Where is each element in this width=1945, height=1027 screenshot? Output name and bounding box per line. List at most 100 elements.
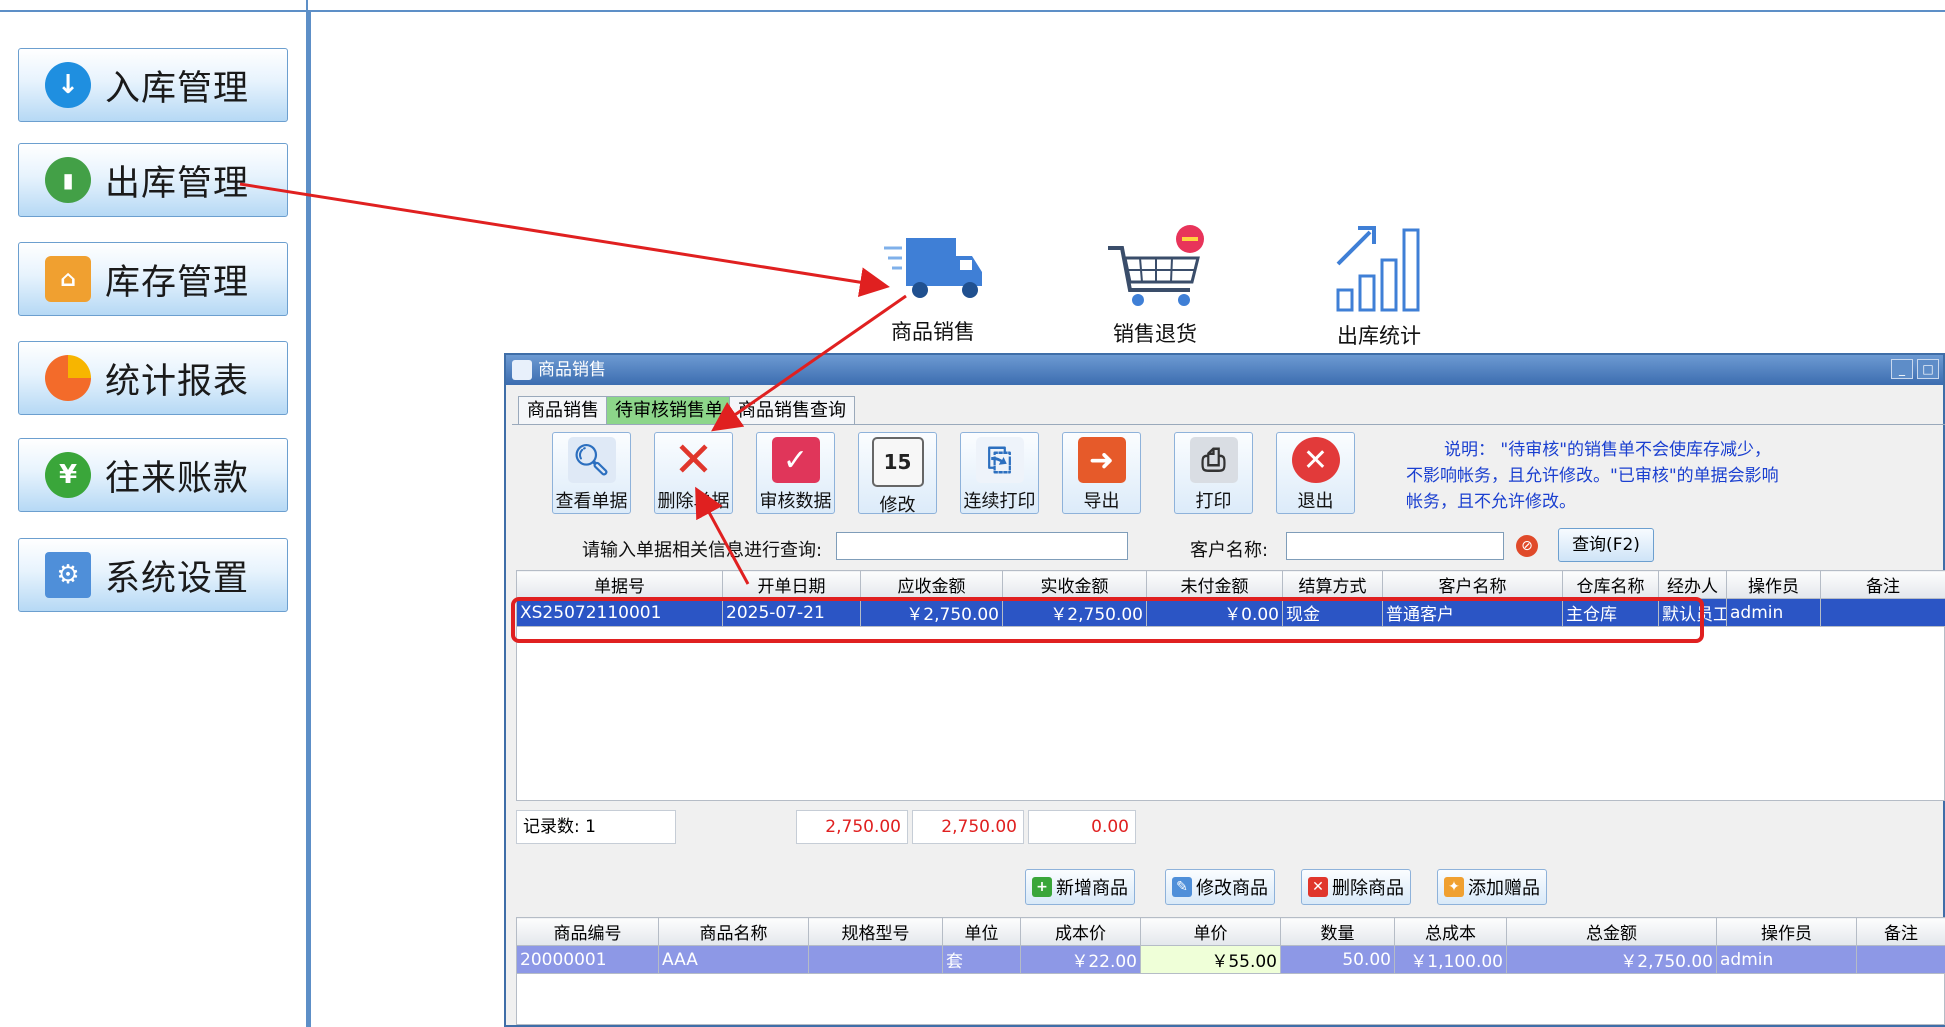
- column-header[interactable]: 仓库名称: [1562, 570, 1659, 599]
- tab-sales-query[interactable]: 商品销售查询: [729, 396, 855, 425]
- nav-accounts-button[interactable]: ¥ 往来账款: [18, 438, 288, 512]
- nav-settings-button[interactable]: ⚙ 系统设置: [18, 538, 288, 612]
- column-header[interactable]: 经办人: [1658, 570, 1727, 599]
- edit-product-button[interactable]: ✎ 修改商品: [1165, 869, 1275, 905]
- column-header[interactable]: 备注: [1820, 570, 1945, 599]
- unpaid-cell: ￥0.00: [1146, 598, 1283, 627]
- column-header[interactable]: 未付金额: [1146, 570, 1283, 599]
- add-gift-button[interactable]: ✦ 添加赠品: [1437, 869, 1547, 905]
- table-header-row: 单据号 开单日期 应收金额 实收金额 未付金额 结算方式 客户名称 仓库名称 经…: [516, 570, 1945, 599]
- help-note: 说明： "待审核"的销售单不会使库存减少， 不影响帐务，且允许修改。"已审核"的…: [1406, 437, 1846, 515]
- column-header[interactable]: 操作员: [1716, 917, 1857, 946]
- module-label: 销售退货: [1113, 322, 1197, 346]
- edit-button[interactable]: 15 修改: [858, 432, 937, 516]
- receivable-total: 2,750.00: [796, 810, 908, 844]
- column-header[interactable]: 应收金额: [860, 570, 1003, 599]
- bar-chart-icon: ▮: [45, 157, 91, 203]
- orders-empty-area: [516, 627, 1945, 801]
- clear-search-icon[interactable]: ⊘: [1516, 535, 1538, 557]
- print-button[interactable]: ⎙ 打印: [1174, 432, 1253, 514]
- unpaid-total: 0.00: [1028, 810, 1136, 844]
- search-input[interactable]: [836, 532, 1128, 560]
- toolbar-label: 删除单据: [657, 491, 730, 512]
- module-stats[interactable]: 出库统计: [1304, 222, 1454, 350]
- tab-sales[interactable]: 商品销售: [518, 396, 608, 425]
- nav-inbound-button[interactable]: ↓ 入库管理: [18, 48, 288, 122]
- scroll-icon: ⎘: [975, 437, 1024, 483]
- column-header[interactable]: 商品编号: [516, 917, 659, 946]
- nav-label: 往来账款: [105, 458, 250, 499]
- module-return[interactable]: 销售退货: [1080, 222, 1230, 348]
- note-line: 不影响帐务，且允许修改。"已审核"的单据会影响: [1406, 466, 1779, 486]
- arrow-down-icon: ↓: [45, 62, 91, 108]
- search-label: 请输入单据相关信息进行查询:: [582, 540, 823, 561]
- rising-chart-icon: [1336, 226, 1420, 312]
- remark-cell: [1856, 945, 1945, 974]
- export-button[interactable]: ➜ 导出: [1062, 432, 1141, 514]
- exit-button[interactable]: ✕ 退出: [1276, 432, 1355, 514]
- items-table: 商品编号 商品名称 规格型号 单位 成本价 单价 数量 总成本 总金额 操作员 …: [516, 917, 1945, 974]
- column-header[interactable]: 成本价: [1020, 917, 1141, 946]
- column-header[interactable]: 商品名称: [658, 917, 809, 946]
- add-product-button[interactable]: + 新增商品: [1025, 869, 1135, 905]
- column-header[interactable]: 单据号: [516, 570, 723, 599]
- pie-chart-icon: [45, 355, 91, 401]
- minimize-button[interactable]: _: [1891, 359, 1913, 379]
- table-row[interactable]: XS25072110001 2025-07-21 ￥2,750.00 ￥2,75…: [516, 598, 1945, 627]
- exit-icon: ✕: [1291, 437, 1340, 483]
- nav-reports-button[interactable]: 统计报表: [18, 341, 288, 415]
- product-name-cell: AAA: [658, 945, 809, 974]
- cart-return-icon: [1108, 225, 1204, 306]
- settlement-cell: 现金: [1282, 598, 1383, 627]
- query-button[interactable]: 查询(F2): [1558, 528, 1654, 562]
- column-header[interactable]: 单位: [942, 917, 1021, 946]
- window-titlebar[interactable]: 商品销售 _ □: [506, 355, 1943, 385]
- column-header[interactable]: 总成本: [1394, 917, 1507, 946]
- column-header[interactable]: 总金额: [1506, 917, 1717, 946]
- column-header[interactable]: 客户名称: [1382, 570, 1563, 599]
- sidebar-divider: [0, 10, 308, 12]
- customer-input[interactable]: [1286, 532, 1504, 560]
- nav-inventory-button[interactable]: ⌂ 库存管理: [18, 242, 288, 316]
- edit-product-icon: ✎: [1172, 877, 1192, 897]
- column-header[interactable]: 规格型号: [808, 917, 943, 946]
- yen-icon: ¥: [45, 452, 91, 498]
- toolbar-label: 打印: [1195, 491, 1232, 512]
- gift-icon: ✦: [1444, 877, 1464, 897]
- delete-product-button[interactable]: ✕ 删除商品: [1301, 869, 1411, 905]
- column-header[interactable]: 开单日期: [722, 570, 861, 599]
- received-total: 2,750.00: [912, 810, 1024, 844]
- delete-order-button[interactable]: ✕ 删除单据: [654, 432, 733, 514]
- nav-label: 统计报表: [105, 361, 250, 402]
- customer-label: 客户名称:: [1190, 540, 1269, 561]
- continuous-print-button[interactable]: ⎘ 连续打印: [960, 432, 1039, 514]
- receivable-cell: ￥2,750.00: [860, 598, 1003, 627]
- order-number-cell: XS25072110001: [516, 598, 723, 627]
- column-header[interactable]: 操作员: [1726, 570, 1821, 599]
- unit-cell: 套: [942, 945, 1021, 974]
- check-icon: ✓: [771, 437, 820, 483]
- nav-outbound-button[interactable]: ▮ 出库管理: [18, 143, 288, 217]
- approve-button[interactable]: ✓ 审核数据: [756, 432, 835, 514]
- product-code-cell: 20000001: [516, 945, 659, 974]
- gear-icon: ⚙: [45, 552, 91, 598]
- warehouse-cell: 主仓库: [1562, 598, 1659, 627]
- column-header[interactable]: 备注: [1856, 917, 1945, 946]
- tab-pending-orders[interactable]: 待审核销售单: [606, 396, 732, 425]
- column-header[interactable]: 数量: [1280, 917, 1395, 946]
- note-line: 说明： "待审核"的销售单不会使库存减少，: [1444, 440, 1772, 460]
- operator-cell: admin: [1726, 598, 1821, 627]
- unit-price-cell[interactable]: ￥55.00: [1140, 945, 1281, 974]
- maximize-button[interactable]: □: [1917, 359, 1939, 379]
- column-header[interactable]: 实收金额: [1002, 570, 1147, 599]
- column-header[interactable]: 结算方式: [1282, 570, 1383, 599]
- table-header-row: 商品编号 商品名称 规格型号 单位 成本价 单价 数量 总成本 总金额 操作员 …: [516, 917, 1945, 946]
- received-cell: ￥2,750.00: [1002, 598, 1147, 627]
- module-label: 出库统计: [1337, 324, 1421, 348]
- items-empty-area: [516, 974, 1945, 1025]
- view-order-button[interactable]: 🔍︎ 查看单据: [552, 432, 631, 514]
- customer-cell: 普通客户: [1382, 598, 1563, 627]
- column-header[interactable]: 单价: [1140, 917, 1281, 946]
- table-row[interactable]: 20000001 AAA 套 ￥22.00 ￥55.00 50.00 ￥1,10…: [516, 945, 1945, 974]
- module-sales[interactable]: 商品销售: [858, 230, 1008, 346]
